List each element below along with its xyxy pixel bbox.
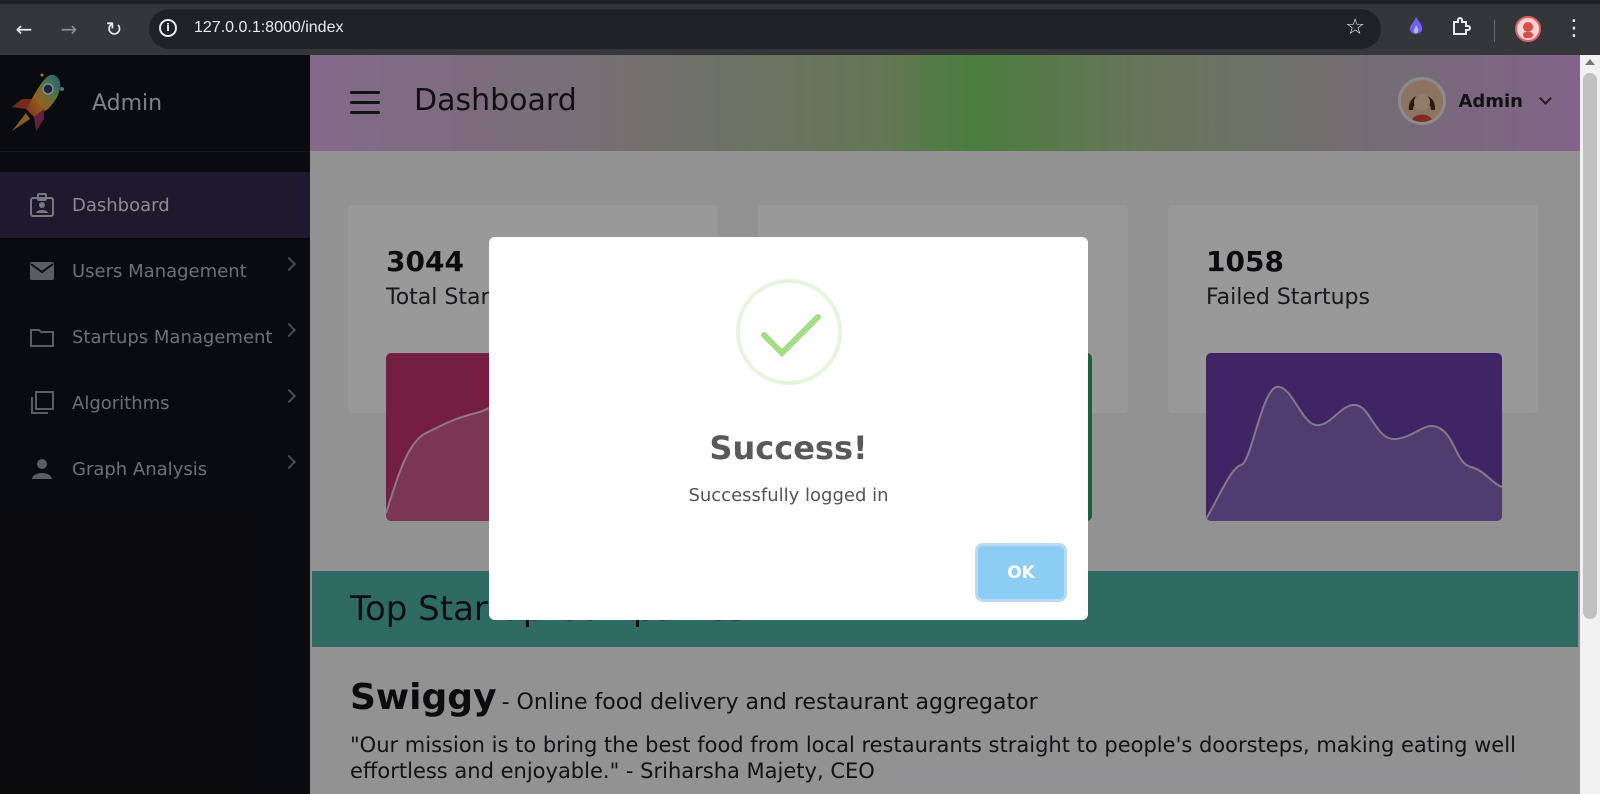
toolbar-divider — [1494, 20, 1495, 42]
browser-toolbar: ← → ↻ i 127.0.0.1:8000/index ☆ ⋮ — [0, 0, 1600, 55]
url-text[interactable]: 127.0.0.1:8000/index — [194, 19, 343, 37]
extensions-puzzle-icon[interactable] — [1448, 16, 1474, 42]
profile-avatar-icon[interactable] — [1515, 16, 1541, 42]
site-info-icon[interactable]: i — [159, 19, 177, 37]
success-check-icon — [734, 277, 844, 387]
success-dialog: Success! Successfully logged in OK — [489, 237, 1088, 620]
ok-button[interactable]: OK — [978, 546, 1064, 599]
page-scrollbar[interactable] — [1580, 55, 1600, 794]
back-arrow-icon[interactable]: ← — [10, 15, 38, 43]
scroll-thumb[interactable] — [1583, 73, 1597, 619]
scroll-up-arrow-icon[interactable] — [1585, 59, 1595, 65]
forward-arrow-icon[interactable]: → — [55, 15, 83, 43]
browser-menu-icon[interactable]: ⋮ — [1560, 15, 1588, 43]
extension-flame-icon[interactable] — [1403, 16, 1429, 42]
reload-icon[interactable]: ↻ — [100, 15, 128, 43]
dialog-message: Successfully logged in — [688, 485, 889, 506]
dialog-title: Success! — [709, 429, 868, 467]
bookmark-star-icon[interactable]: ☆ — [1345, 15, 1365, 40]
address-bar[interactable]: i 127.0.0.1:8000/index ☆ — [149, 9, 1381, 49]
